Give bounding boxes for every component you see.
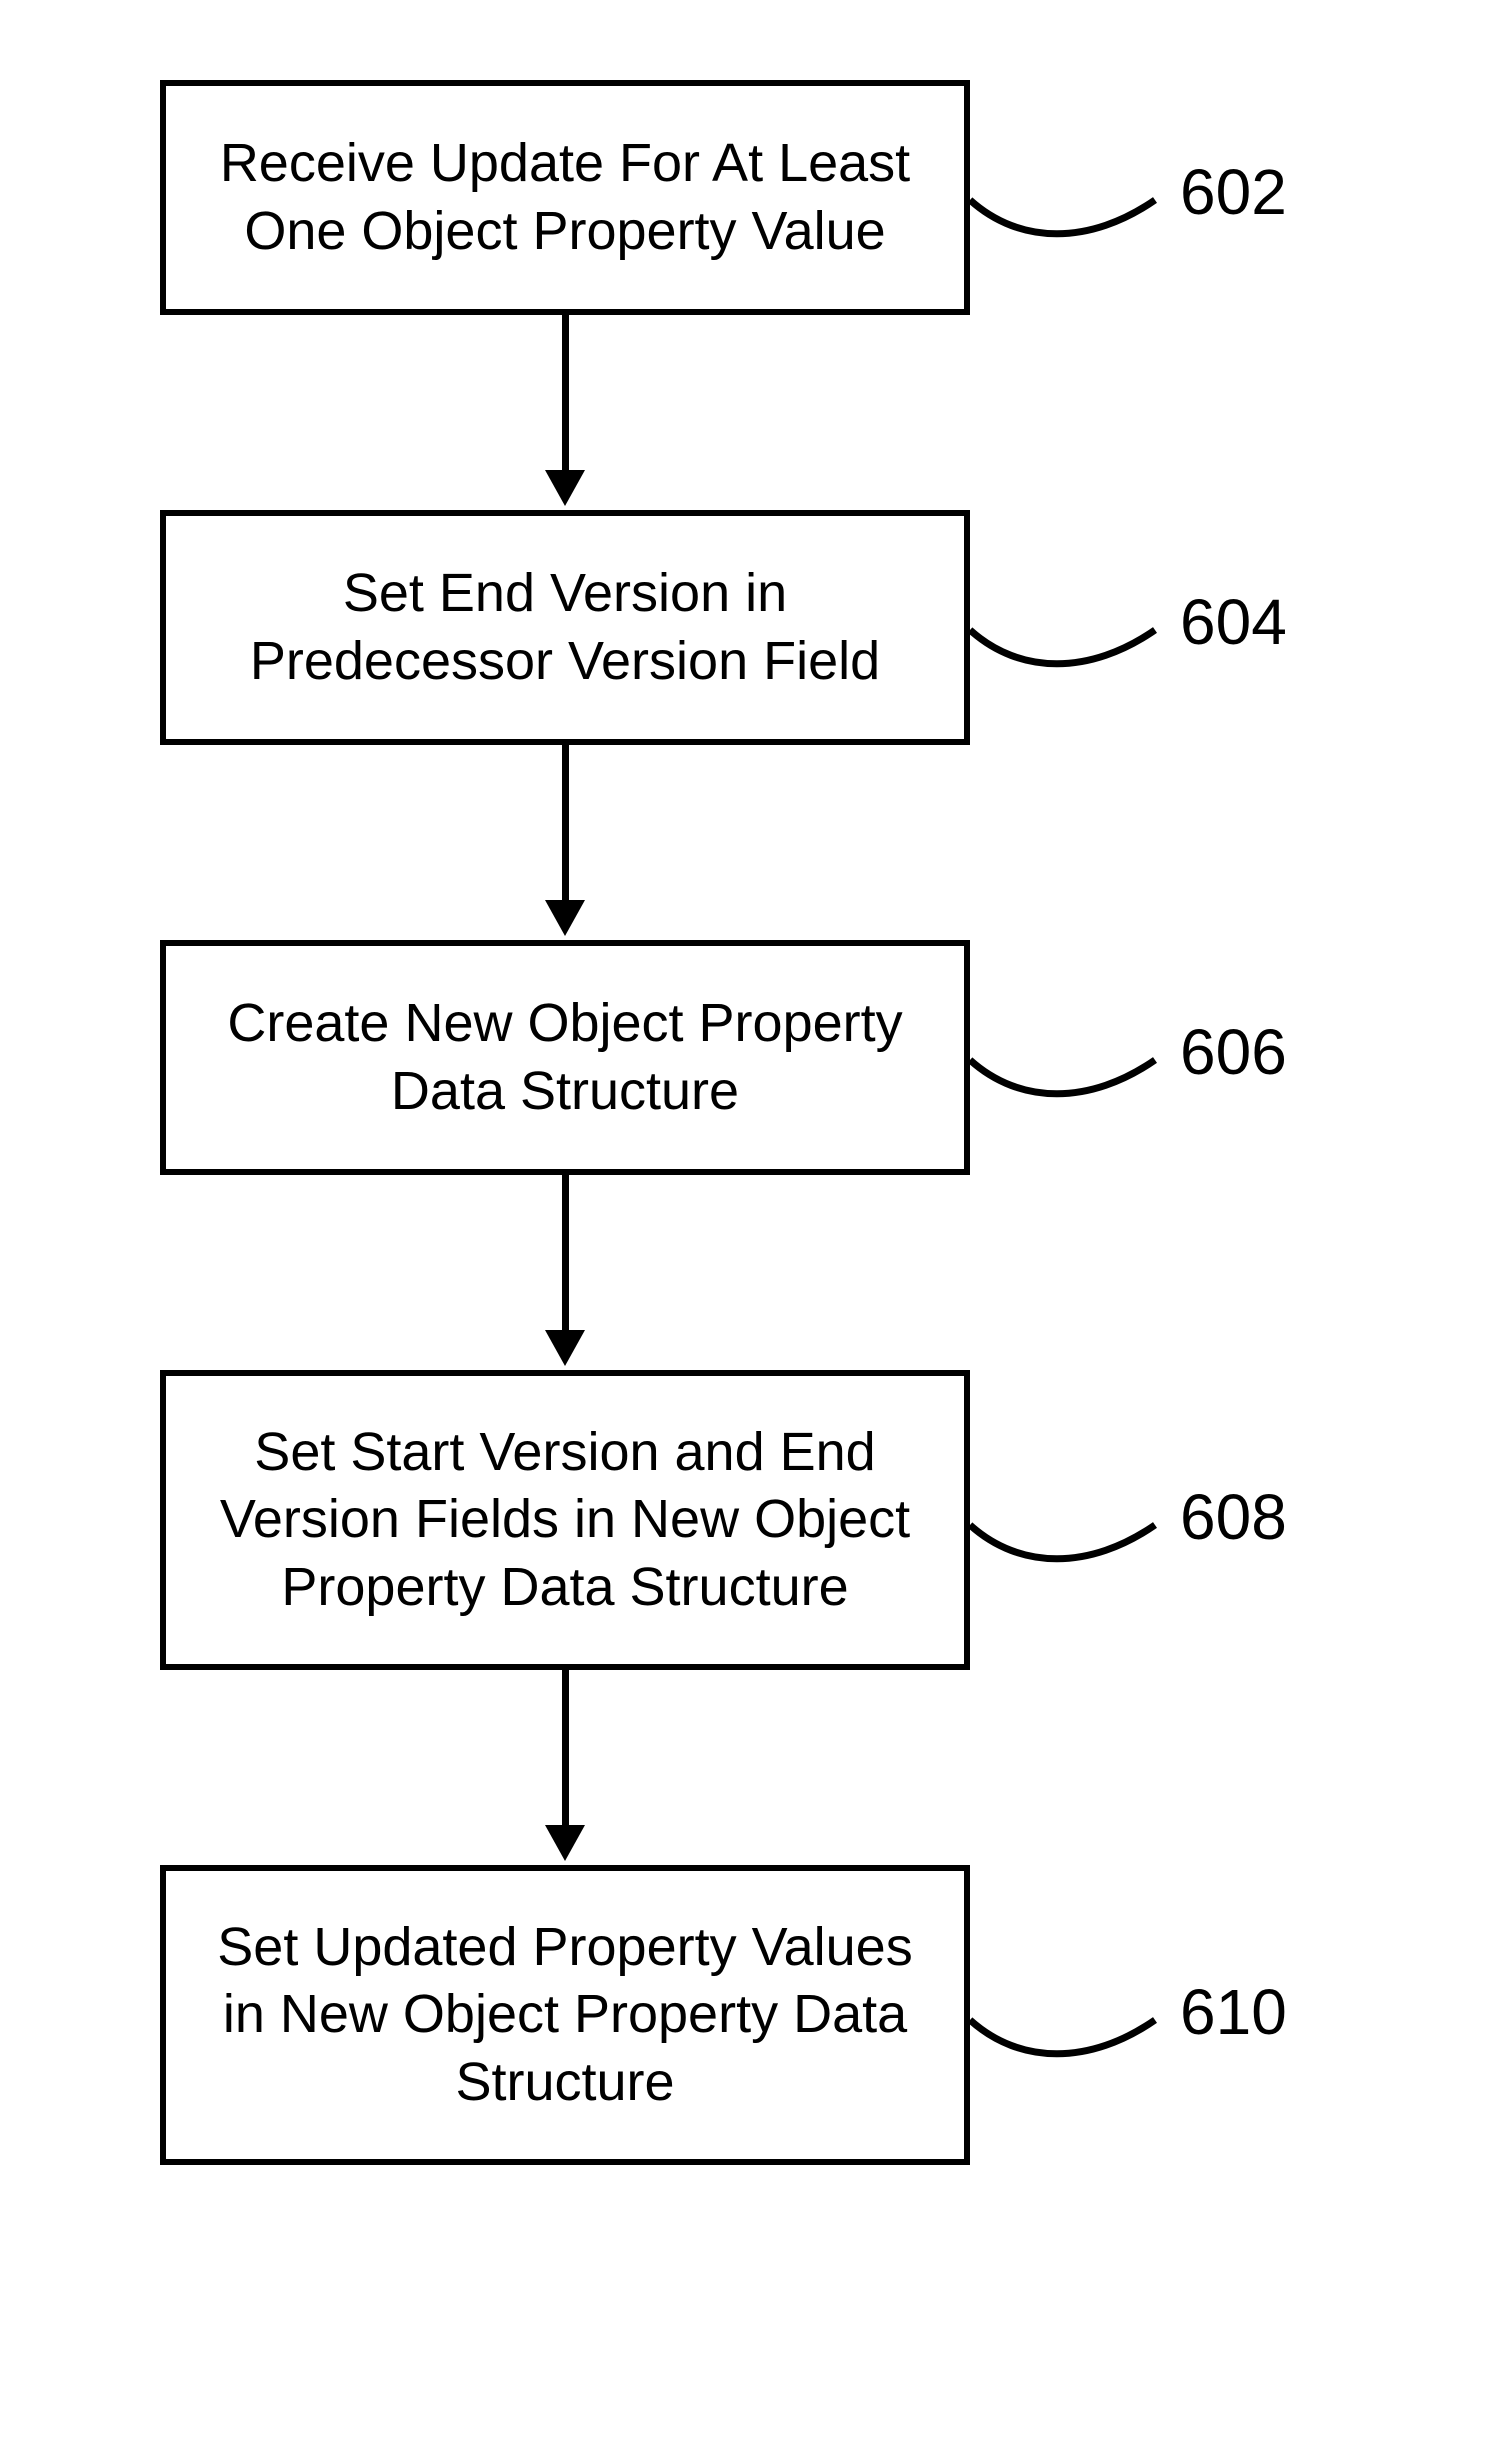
flowchart-step-label: Create New Object Property Data Structur… xyxy=(196,990,934,1125)
flowchart-step-label: Receive Update For At Least One Object P… xyxy=(196,130,934,265)
flowchart-step-610: Set Updated Property Values in New Objec… xyxy=(160,1865,970,2165)
reference-number: 604 xyxy=(1180,585,1287,659)
arrow-icon xyxy=(562,315,569,475)
flowchart-step-label: Set Updated Property Values in New Objec… xyxy=(196,1914,934,2117)
arrow-head-icon xyxy=(545,1330,585,1366)
reference-number: 610 xyxy=(1180,1975,1287,2049)
reference-number: 602 xyxy=(1180,155,1287,229)
flowchart-step-label: Set End Version in Predecessor Version F… xyxy=(196,560,934,695)
leader-line-icon xyxy=(970,1490,1170,1580)
arrow-icon xyxy=(562,745,569,905)
reference-number: 606 xyxy=(1180,1015,1287,1089)
leader-line-icon xyxy=(970,1985,1170,2075)
flowchart-step-608: Set Start Version and End Version Fields… xyxy=(160,1370,970,1670)
arrow-head-icon xyxy=(545,1825,585,1861)
arrow-icon xyxy=(562,1670,569,1830)
flowchart-step-label: Set Start Version and End Version Fields… xyxy=(196,1419,934,1622)
flowchart-step-602: Receive Update For At Least One Object P… xyxy=(160,80,970,315)
flowchart-canvas: Receive Update For At Least One Object P… xyxy=(0,0,1485,2437)
arrow-head-icon xyxy=(545,900,585,936)
flowchart-step-606: Create New Object Property Data Structur… xyxy=(160,940,970,1175)
reference-number: 608 xyxy=(1180,1480,1287,1554)
arrow-icon xyxy=(562,1175,569,1335)
leader-line-icon xyxy=(970,165,1170,255)
flowchart-step-604: Set End Version in Predecessor Version F… xyxy=(160,510,970,745)
leader-line-icon xyxy=(970,595,1170,685)
leader-line-icon xyxy=(970,1025,1170,1115)
arrow-head-icon xyxy=(545,470,585,506)
